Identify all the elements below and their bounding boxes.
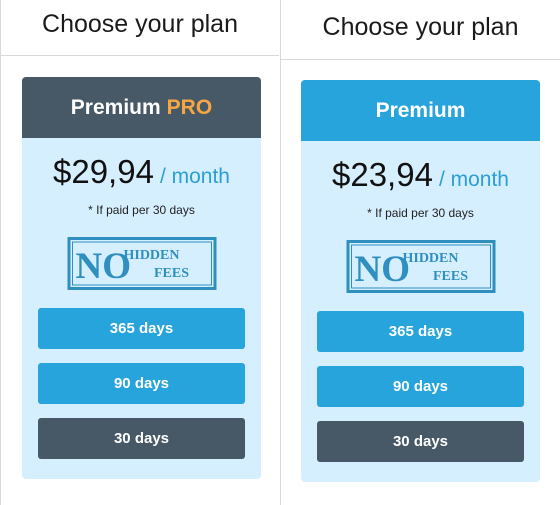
price-value: $29,94 <box>53 153 154 190</box>
plan-heading: Choose your plan <box>322 13 519 41</box>
plan-column-standard: Choose your plan Premium $23,94 / month … <box>280 0 560 505</box>
plan-title-pro: PRO <box>166 95 213 119</box>
no-hidden-fees-stamp-icon: NO HIDDEN FEES <box>346 240 495 293</box>
plan-heading: Choose your plan <box>42 10 238 38</box>
option-90-days-button[interactable]: 90 days <box>38 363 245 404</box>
option-90-days-button[interactable]: 90 days <box>317 366 524 407</box>
stamp-hidden-text: HIDDEN <box>123 248 179 263</box>
plan-title: Premium <box>375 98 466 122</box>
option-30-days-button[interactable]: 30 days <box>317 421 524 462</box>
stamp-hidden-text: HIDDEN <box>402 251 458 266</box>
option-365-days-button[interactable]: 365 days <box>38 308 245 349</box>
price-value: $23,94 <box>332 156 433 193</box>
billing-note: * If paid per 30 days <box>88 203 195 217</box>
plan-card-premium-pro: Premium PRO $29,94 / month * If paid per… <box>22 77 261 479</box>
billing-note: * If paid per 30 days <box>367 206 474 220</box>
price-row: $29,94 / month <box>22 153 261 191</box>
plan-card-premium: Premium $23,94 / month * If paid per 30 … <box>301 80 540 482</box>
card-header: Premium <box>301 80 540 141</box>
price-period: / month <box>438 168 509 191</box>
price-period: / month <box>159 165 230 188</box>
option-30-days-button[interactable]: 30 days <box>38 418 245 459</box>
price-row: $23,94 / month <box>301 156 540 194</box>
plan-title: Premium <box>70 95 161 119</box>
stamp-fees-text: FEES <box>432 269 467 284</box>
no-hidden-fees-stamp-icon: NO HIDDEN FEES <box>67 237 216 290</box>
heading-divider <box>1 55 279 56</box>
card-header: Premium PRO <box>22 77 261 138</box>
option-365-days-button[interactable]: 365 days <box>317 311 524 352</box>
plan-column-pro: Choose your plan Premium PRO $29,94 / mo… <box>0 0 279 505</box>
heading-divider <box>281 59 560 60</box>
stamp-fees-text: FEES <box>153 266 188 281</box>
